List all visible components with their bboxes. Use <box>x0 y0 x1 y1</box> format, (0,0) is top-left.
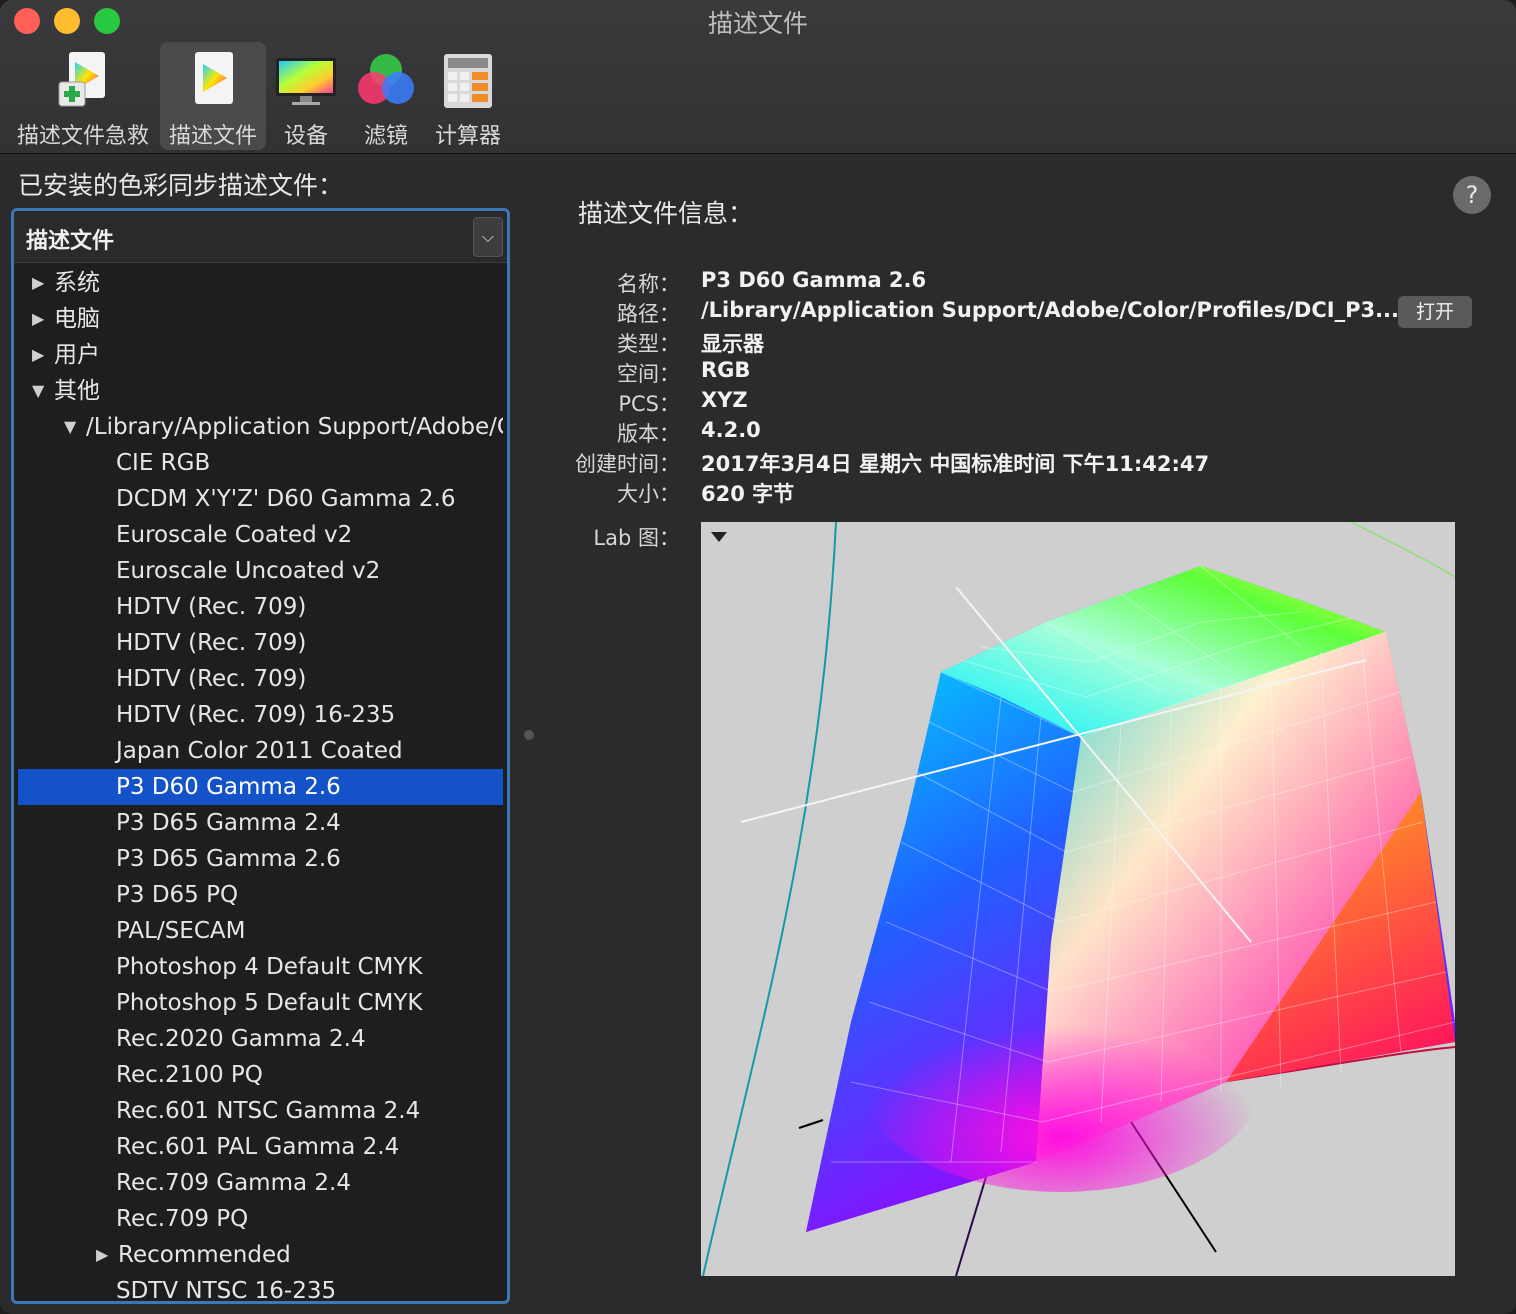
profile-row[interactable]: Rec.709 PQ <box>18 1201 503 1237</box>
profile-row[interactable]: HDTV (Rec. 709) 16-235 <box>18 697 503 733</box>
path-label: 路径： <box>617 302 680 326</box>
help-button[interactable]: ? <box>1453 176 1491 214</box>
profile-row[interactable]: P3 D65 Gamma 2.6 <box>18 841 503 877</box>
lab-gamut-plot[interactable] <box>701 522 1455 1276</box>
size-value: 620 字节 <box>701 482 795 506</box>
tree-group-row[interactable]: ▶ Recommended <box>18 1237 503 1273</box>
calculator-icon <box>444 54 492 108</box>
toolbar-label: 计算器 <box>434 124 501 149</box>
toolbar-label: 描述文件急救 <box>16 124 149 149</box>
lab-plot-label: Lab 图： <box>593 526 680 550</box>
installed-profiles-label: 已安装的色彩同步描述文件： <box>18 171 344 200</box>
version-value: 4.2.0 <box>701 418 761 442</box>
open-button[interactable]: 打开 <box>1398 296 1472 328</box>
row-label: Japan Color 2011 Coated <box>116 738 403 764</box>
row-label: Photoshop 5 Default CMYK <box>116 990 423 1016</box>
toolbar-profile-first-aid[interactable]: 描述文件急救 <box>12 42 154 150</box>
row-label: HDTV (Rec. 709) 16-235 <box>116 702 396 728</box>
toolbar-calculator[interactable]: 计算器 <box>430 42 506 150</box>
toolbar-label: 设备 <box>283 124 328 149</box>
type-value: 显示器 <box>701 332 764 356</box>
row-label: P3 D60 Gamma 2.6 <box>116 774 341 800</box>
pcs-value: XYZ <box>701 388 748 412</box>
row-label: SDTV NTSC 16-235 <box>116 1278 337 1304</box>
name-label: 名称： <box>617 272 680 296</box>
created-value: 2017年3月4日 星期六 中国标准时间 下午11:42:47 <box>701 452 1210 476</box>
row-label: P3 D65 Gamma 2.4 <box>116 810 341 836</box>
profile-row[interactable]: SDTV NTSC 16-235 <box>18 1273 503 1304</box>
toolbar-devices[interactable]: 设备 <box>272 42 340 150</box>
row-label: Rec.601 NTSC Gamma 2.4 <box>116 1098 421 1124</box>
toolbar-profile[interactable]: 描述文件 <box>160 42 266 150</box>
size-label: 大小： <box>617 482 680 506</box>
chevron-down-icon[interactable]: ⌵ <box>473 217 503 257</box>
row-label: P3 D65 PQ <box>116 882 239 908</box>
profile-row[interactable]: HDTV (Rec. 709) <box>18 625 503 661</box>
profile-row[interactable]: Euroscale Uncoated v2 <box>18 553 503 589</box>
space-label: 空间： <box>617 362 680 386</box>
lab-plot-menu-icon <box>711 532 727 542</box>
profile-first-aid-icon <box>58 52 105 107</box>
row-label: HDTV (Rec. 709) <box>116 630 307 656</box>
title-bar: 描述文件 描述文件急救 描述文件 设备 滤镜 计算器 <box>0 0 1516 154</box>
profile-row[interactable]: P3 D65 Gamma 2.4 <box>18 805 503 841</box>
row-label: Euroscale Uncoated v2 <box>116 558 381 584</box>
row-label: Photoshop 4 Default CMYK <box>116 954 423 980</box>
row-label: Rec.601 PAL Gamma 2.4 <box>116 1134 400 1160</box>
toolbar-filters[interactable]: 滤镜 <box>352 42 420 150</box>
colorsync-window: 描述文件 描述文件急救 描述文件 设备 滤镜 计算器 已安装的色彩同步描述文件：… <box>0 0 1516 1314</box>
rgb-filter-icon <box>358 54 414 104</box>
list-header-label: 描述文件 <box>26 229 115 254</box>
version-label: 版本： <box>617 422 680 446</box>
name-value: P3 D60 Gamma 2.6 <box>701 268 927 292</box>
type-label: 类型： <box>617 332 680 356</box>
space-value: RGB <box>701 358 751 382</box>
created-label: 创建时间： <box>575 452 680 476</box>
profile-row[interactable]: Rec.2100 PQ <box>18 1057 503 1093</box>
row-label: Recommended <box>118 1242 291 1268</box>
profile-row[interactable]: Rec.709 Gamma 2.4 <box>18 1165 503 1201</box>
profile-icon <box>195 52 233 104</box>
row-label: HDTV (Rec. 709) <box>116 666 307 692</box>
row-label: Rec.2020 Gamma 2.4 <box>116 1026 366 1052</box>
path-value: /Library/Application Support/Adobe/Color… <box>701 298 1400 322</box>
window-title: 描述文件 <box>707 9 808 38</box>
profile-row[interactable]: HDTV (Rec. 709) <box>18 661 503 697</box>
profile-info-title: 描述文件信息： <box>578 199 754 228</box>
toolbar-label: 滤镜 <box>363 124 408 149</box>
row-label: P3 D65 Gamma 2.6 <box>116 846 341 872</box>
profile-row[interactable]: HDTV (Rec. 709) <box>18 589 503 625</box>
list-header: 描述文件 ⌵ <box>14 211 507 263</box>
profile-row[interactable]: Photoshop 4 Default CMYK <box>18 949 503 985</box>
profile-row[interactable]: P3 D60 Gamma 2.6 <box>18 769 503 805</box>
row-label: PAL/SECAM <box>116 918 246 944</box>
pcs-label: PCS： <box>618 392 680 416</box>
row-label: Rec.709 PQ <box>116 1206 249 1232</box>
disclosure-closed-icon[interactable]: ▶ <box>96 1237 118 1273</box>
profile-row[interactable]: Rec.601 PAL Gamma 2.4 <box>18 1129 503 1165</box>
lab-gamut-graphic <box>702 522 1455 1276</box>
profile-row[interactable]: PAL/SECAM <box>18 913 503 949</box>
row-label: Rec.2100 PQ <box>116 1062 263 1088</box>
profile-row[interactable]: Rec.2020 Gamma 2.4 <box>18 1021 503 1057</box>
profile-row[interactable]: Rec.601 NTSC Gamma 2.4 <box>18 1093 503 1129</box>
profile-row[interactable]: Japan Color 2011 Coated <box>18 733 503 769</box>
profile-row[interactable]: Photoshop 5 Default CMYK <box>18 985 503 1021</box>
split-view-divider[interactable] <box>524 730 534 740</box>
profile-row[interactable]: P3 D65 PQ <box>18 877 503 913</box>
row-label: Rec.709 Gamma 2.4 <box>116 1170 351 1196</box>
display-device-icon <box>276 58 336 105</box>
toolbar-label: 描述文件 <box>168 124 257 149</box>
row-label: HDTV (Rec. 709) <box>116 594 307 620</box>
